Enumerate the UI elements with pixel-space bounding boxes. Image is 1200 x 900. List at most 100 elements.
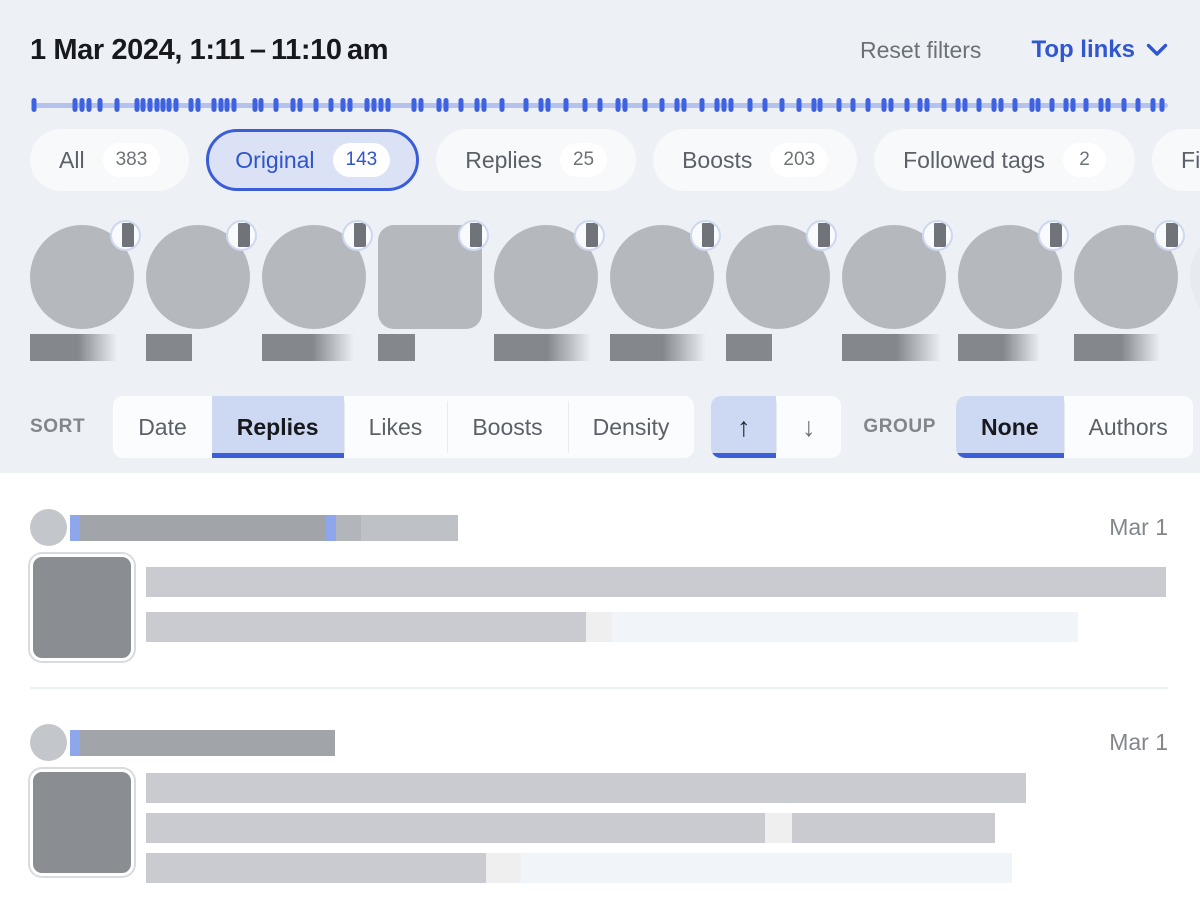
sort-option-date[interactable]: Date [113,396,212,458]
timeline-tick [779,98,784,112]
sort-option-boosts[interactable]: Boosts [447,396,567,458]
timeline-tick [328,98,333,112]
timeline-tick [259,98,264,112]
sort-option-density[interactable]: Density [568,396,695,458]
filter-pill-label: Replies [465,147,542,174]
timeline-tick [524,98,529,112]
timeline-tick [32,98,37,112]
timeline-tick [715,98,720,112]
author-9 [958,225,1062,361]
author-name-placeholder [30,334,117,361]
timeline-tick [73,98,78,112]
timeline-tick [98,98,103,112]
filter-pill-all[interactable]: All383 [30,129,189,191]
post-author-name-placeholder [80,515,326,541]
post-text-placeholder [146,554,1168,661]
post-2[interactable]: Mar 1 [30,687,1168,893]
timeline-tick [167,98,172,112]
timeline-tick [141,98,146,112]
text-line [146,773,1168,803]
filter-pill-original[interactable]: Original143 [206,129,419,191]
timeline-tick [682,98,687,112]
filter-pill-replies[interactable]: Replies25 [436,129,636,191]
sort-option-likes[interactable]: Likes [344,396,448,458]
author-name-placeholder [146,334,192,361]
post-author-name-placeholder [80,730,335,756]
authors-row [30,225,1200,361]
post-1[interactable]: Mar 1 [30,509,1168,661]
filter-pill-boosts[interactable]: Boosts203 [653,129,857,191]
author-avatar[interactable] [610,225,714,329]
author-avatar[interactable] [726,225,830,329]
timeline-tick [160,98,165,112]
timeline-tick [616,98,621,112]
timeline-tick [563,98,568,112]
author-avatar[interactable] [30,225,134,329]
post-thumbnail[interactable] [30,769,134,876]
post-author-name-placeholder [361,515,458,541]
timeline-tick [500,98,505,112]
author-avatar[interactable] [378,225,482,329]
group-option-none[interactable]: None [956,396,1064,458]
timeline-tick [675,98,680,112]
sort-option-replies[interactable]: Replies [212,396,344,458]
author-10 [1074,225,1178,361]
post-author-avatar[interactable] [30,724,67,761]
author-badge-icon [342,220,373,251]
filter-pill-label: All [59,147,85,174]
top-links-label: Top links [1031,36,1135,64]
timeline-scrubber[interactable] [32,98,1168,112]
post-thumbnail[interactable] [30,554,134,661]
author-badge-icon [574,220,605,251]
filter-panel: 1 Mar 2024, 1:11 – 11:10 am Reset filter… [0,0,1200,473]
timeline-tick [851,98,856,112]
text-line-segment [586,612,612,642]
group-option-authors[interactable]: Authors [1064,396,1193,458]
filter-pill-filtered[interactable]: Filtered [1152,129,1200,191]
timeline-tick [436,98,441,112]
author-name-placeholder [1074,334,1160,361]
timeline-tick [1136,98,1141,112]
post-author-avatar[interactable] [30,509,67,546]
reset-filters-button[interactable]: Reset filters [860,37,981,64]
text-line-segment [521,853,1012,883]
sort-label: SORT [30,416,85,438]
timeline-tick [195,98,200,112]
timeline-tick [977,98,982,112]
feed: Mar 1 Mar 1 [0,473,1200,893]
timeline-tick [1029,98,1034,112]
sort-direction-descending[interactable]: ↓ [776,396,841,458]
filter-pills: All383 Original143 Replies25 Boosts203 Follo… [30,129,1200,191]
filter-pill-label: Boosts [682,147,752,174]
post-body [30,769,1168,893]
timeline-tick [942,98,947,112]
filter-pill-followed-tags[interactable]: Followed tags2 [874,129,1135,191]
timeline-tick [747,98,752,112]
timeline-tick [385,98,390,112]
timeline-tick [962,98,967,112]
author-avatar[interactable] [842,225,946,329]
sort-options: DateRepliesLikesBoostsDensity [113,396,694,458]
timeline-tick [583,98,588,112]
timeline-tick [1105,98,1110,112]
author-avatar[interactable] [958,225,1062,329]
text-line [146,853,1168,883]
author-avatar[interactable] [1074,225,1178,329]
author-avatar[interactable] [494,225,598,329]
author-7 [726,225,830,361]
group-options: NoneAuthors [956,396,1193,458]
text-line [146,567,1168,597]
timeline-tick [1084,98,1089,112]
timeline-tick [252,98,257,112]
top-links-dropdown[interactable]: Top links [1031,36,1168,64]
timeline-tick [411,98,416,112]
author-name-placeholder [842,334,941,361]
author-avatar[interactable] [1190,225,1200,329]
author-avatar[interactable] [146,225,250,329]
timeline-tick [888,98,893,112]
sort-direction-ascending[interactable]: ↑ [711,396,776,458]
author-avatar[interactable] [262,225,366,329]
author-name-placeholder [494,334,591,361]
post-text-placeholder [146,769,1168,893]
timeline-tick [811,98,816,112]
